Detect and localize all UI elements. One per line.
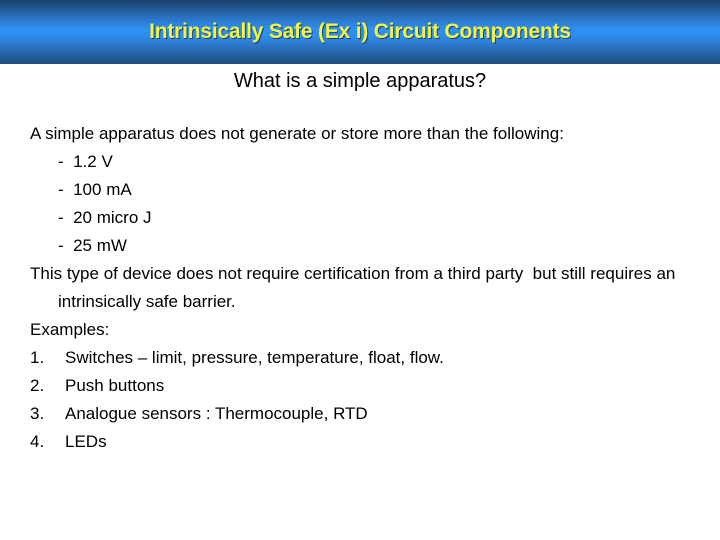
title-banner: Intrinsically Safe (Ex i) Circuit Compon… bbox=[0, 0, 720, 64]
limit-item: - 20 micro J bbox=[58, 208, 152, 227]
list-item-number: 4. bbox=[30, 432, 45, 451]
list-item-label: Switches – limit, pressure, temperature,… bbox=[65, 348, 444, 367]
list-item-label: Analogue sensors : Thermocouple, RTD bbox=[65, 404, 368, 423]
certification-paragraph: This type of device does not require cer… bbox=[30, 264, 681, 311]
slide-title: Intrinsically Safe (Ex i) Circuit Compon… bbox=[149, 20, 571, 43]
intro-paragraph: A simple apparatus does not generate or … bbox=[30, 124, 564, 143]
list-item-number: 1. bbox=[30, 348, 45, 367]
slide: Intrinsically Safe (Ex i) Circuit Compon… bbox=[0, 0, 720, 540]
list-item: 1. Switches – limit, pressure, temperatu… bbox=[30, 344, 698, 372]
list-item-number: 2. bbox=[30, 376, 45, 395]
list-item-label: LEDs bbox=[65, 432, 107, 451]
examples-label: Examples: bbox=[30, 320, 110, 339]
limit-item: - 25 mW bbox=[58, 236, 127, 255]
slide-subtitle: What is a simple apparatus? bbox=[233, 70, 487, 92]
list-item: 4. LEDs bbox=[30, 428, 698, 456]
list-item-label: Push buttons bbox=[65, 376, 165, 395]
limit-item: - 100 mA bbox=[58, 180, 132, 199]
limit-item: - 1.2 V bbox=[58, 152, 113, 171]
list-item-number: 3. bbox=[30, 404, 45, 423]
slide-body: A simple apparatus does not generate or … bbox=[30, 120, 698, 456]
list-item: 3. Analogue sensors : Thermocouple, RTD bbox=[30, 400, 698, 428]
list-item: 2. Push buttons bbox=[30, 372, 698, 400]
